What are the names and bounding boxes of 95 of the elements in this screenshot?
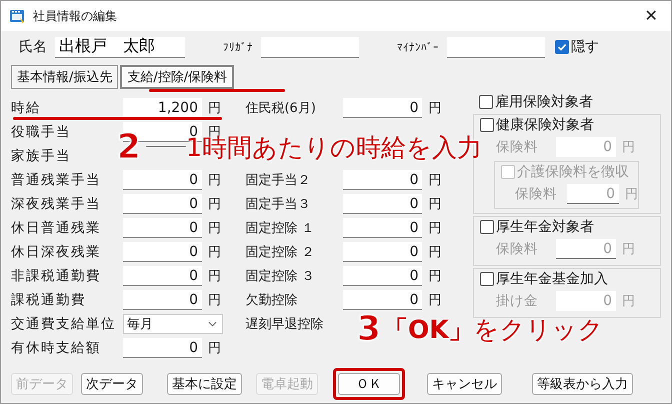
amount-field[interactable]: 0 <box>123 338 202 358</box>
name-label: 氏名 <box>19 38 47 56</box>
unit-label: 円 <box>208 196 221 213</box>
tab[interactable]: 支給/控除/保険料 <box>120 65 234 89</box>
field-label: 普通残業手当 <box>11 172 102 188</box>
unit-label: 円 <box>208 220 221 237</box>
app-icon <box>9 8 25 24</box>
field-label: 深夜残業手当 <box>11 196 102 212</box>
checkbox[interactable] <box>480 272 494 286</box>
field-label: 住民税(6月) <box>245 100 317 117</box>
field-label: 課税通勤費 <box>11 292 87 308</box>
amount-field[interactable]: 0 <box>343 218 422 238</box>
amount-field: 0 <box>556 291 616 311</box>
field-label: 時給 <box>11 100 42 116</box>
unit-label: 円 <box>622 293 635 310</box>
checkbox-label: 隠す <box>571 38 599 56</box>
button[interactable]: 等級表から入力 <box>532 373 633 395</box>
tab[interactable]: 基本情報/振込先 <box>11 65 118 89</box>
amount-field[interactable]: 0 <box>123 194 202 214</box>
amount-field[interactable]: 0 <box>123 266 202 286</box>
amount-field[interactable]: 1,200 <box>123 98 202 118</box>
window-title: 社員情報の編集 <box>33 8 117 24</box>
field-label: 欠勤控除 <box>245 292 298 309</box>
field-label: 交通費支給単位 <box>11 316 117 332</box>
unit-label: 円 <box>208 292 221 309</box>
field-label: 保険料 <box>515 185 558 203</box>
checkbox[interactable] <box>479 95 493 109</box>
amount-field[interactable]: 0 <box>343 194 422 214</box>
button: 前データ <box>11 373 73 395</box>
field-label: 固定控除 ３ <box>245 268 316 285</box>
amount-field[interactable]: 0 <box>343 170 422 190</box>
amount-field[interactable]: 0 <box>343 98 422 118</box>
step-number: 3 <box>357 309 381 349</box>
field-label: 保険料 <box>496 138 539 156</box>
leader-line <box>146 146 186 147</box>
unit-label: 円 <box>428 196 442 213</box>
unit-label: 円 <box>208 100 221 117</box>
furigana-label: ﾌﾘｶﾞﾅ <box>223 40 253 54</box>
checkbox[interactable] <box>555 40 569 54</box>
amount-field[interactable]: 0 <box>343 290 422 310</box>
dropdown[interactable]: 毎月 <box>123 314 223 334</box>
checkbox-label: 厚生年金対象者 <box>496 218 594 236</box>
furigana-field[interactable] <box>261 36 359 58</box>
checkbox-label: 雇用保険対象者 <box>495 93 593 111</box>
unit-label: 円 <box>428 292 442 309</box>
field-label: 休日深夜残業 <box>11 244 102 260</box>
button: 電卓起動 <box>256 373 318 395</box>
field-label: 遅刻早退控除 <box>245 316 324 333</box>
unit-label: 円 <box>428 244 442 261</box>
amount-field[interactable]: 0 <box>123 242 202 262</box>
amount-field: 0 <box>556 137 616 157</box>
unit-label: 円 <box>428 268 442 285</box>
button[interactable]: 基本に設定 <box>167 373 242 395</box>
checkbox-label: 介護保険料を徴収 <box>517 163 629 181</box>
unit-label: 円 <box>208 268 221 285</box>
amount-field: 0 <box>566 184 619 204</box>
button[interactable]: ＯＫ <box>338 373 400 395</box>
close-button[interactable]: ✕ <box>631 1 671 31</box>
field-label: 固定手当３ <box>245 196 312 213</box>
unit-label: 円 <box>625 186 638 203</box>
button[interactable]: 次データ <box>81 373 143 395</box>
amount-field: 0 <box>556 239 616 259</box>
unit-label: 円 <box>622 139 635 156</box>
unit-label: 円 <box>428 172 442 189</box>
field-label: 休日普通残業 <box>11 220 102 236</box>
field-label: 役職手当 <box>11 124 72 140</box>
unit-label: 円 <box>208 244 221 261</box>
amount-field[interactable]: 0 <box>123 290 202 310</box>
field-label: 固定手当２ <box>245 172 312 189</box>
caret-icon <box>208 321 217 327</box>
unit-label: 円 <box>428 220 442 237</box>
field-label: 保険料 <box>496 240 539 258</box>
field-label: 有休時支給額 <box>11 340 102 356</box>
unit-label: 円 <box>208 172 221 189</box>
amount-field[interactable]: 0 <box>343 266 422 286</box>
field-label: 非課税通勤費 <box>11 268 102 284</box>
button[interactable]: キャンセル <box>427 373 502 395</box>
field-label: 固定控除 １ <box>245 220 316 237</box>
unit-label: 円 <box>622 241 635 258</box>
checkbox[interactable] <box>480 220 494 234</box>
unit-label: 円 <box>428 100 442 117</box>
my-number-field[interactable] <box>447 36 545 58</box>
checkbox-label: 厚生年金基金加入 <box>496 270 608 288</box>
field-label: 家族手当 <box>11 148 72 164</box>
amount-field[interactable]: 0 <box>343 242 422 262</box>
instruction-text: 「OK」をクリック <box>383 314 604 346</box>
my-number-label: ﾏｲﾅﾝﾊﾞｰ <box>397 40 439 54</box>
field-label: 固定控除 ２ <box>245 244 316 261</box>
field-label: 掛け金 <box>496 292 539 310</box>
checkbox-label: 健康保険対象者 <box>496 116 594 134</box>
amount-field[interactable]: 0 <box>123 218 202 238</box>
amount-field[interactable]: 0 <box>123 170 202 190</box>
checkbox[interactable] <box>480 118 494 132</box>
unit-label: 円 <box>208 340 221 357</box>
name-field[interactable]: 出根戸 太郎 <box>55 36 185 58</box>
